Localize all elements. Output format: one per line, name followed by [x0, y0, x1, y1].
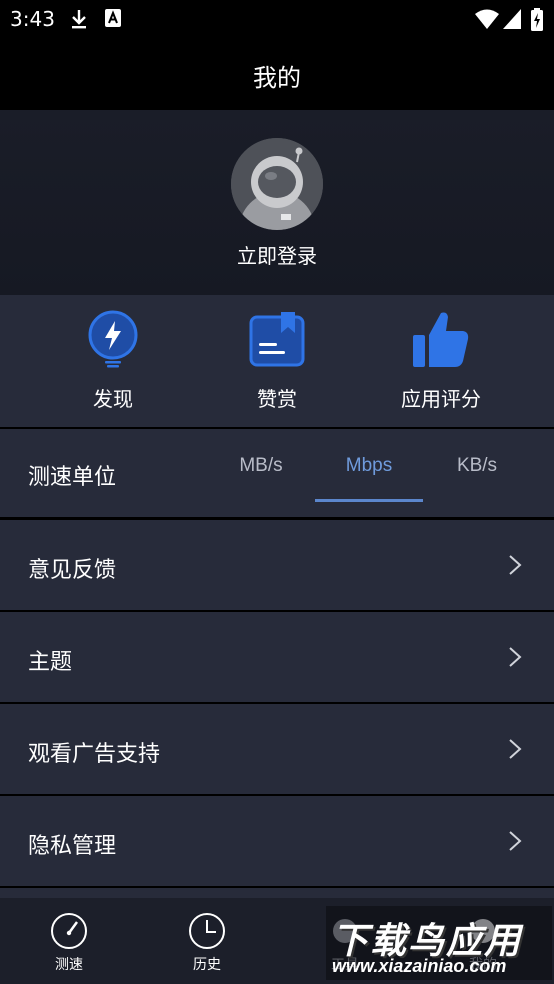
reward-label: 赞赏	[257, 387, 297, 411]
chevron-right-icon	[509, 739, 522, 759]
status-time: 3:43	[10, 7, 55, 31]
chevron-right-icon	[509, 647, 522, 667]
chevron-right-icon	[509, 831, 522, 851]
app-notification-icon	[105, 9, 121, 27]
watermark: 下载鸟应用 www.xiazainiao.com	[326, 906, 552, 980]
speedometer-icon	[51, 913, 87, 949]
unit-selected-indicator	[315, 499, 423, 502]
menu-label: 意见反馈	[28, 558, 117, 583]
speed-unit-row: 测速单位 MB/s Mbps KB/s	[0, 429, 554, 517]
login-link[interactable]: 立即登录	[0, 240, 554, 269]
wifi-icon	[475, 9, 499, 29]
nav-label: 历史	[193, 957, 221, 973]
status-bar: 3:43	[0, 0, 554, 38]
profile-section: 立即登录	[0, 110, 554, 295]
speed-unit-label: 测速单位	[28, 465, 117, 490]
battery-icon	[531, 8, 543, 31]
discover-label: 发现	[93, 387, 133, 411]
quick-actions: 发现 赞赏 应用评分	[0, 295, 554, 427]
unit-tab-mbytes[interactable]: MB/s	[207, 455, 315, 477]
rate-app-label: 应用评分	[401, 387, 481, 411]
unit-tab-kbytes[interactable]: KB/s	[423, 455, 531, 477]
discover-button[interactable]: 发现	[38, 295, 188, 427]
bookmark-book-icon	[249, 312, 305, 367]
lightning-bulb-icon	[88, 310, 138, 368]
menu-label: 观看广告支持	[28, 742, 161, 767]
astronaut-avatar-icon	[231, 138, 323, 230]
menu-item-theme[interactable]: 主题	[0, 612, 554, 702]
clock-icon	[189, 913, 225, 949]
menu-label: 主题	[28, 650, 73, 675]
download-icon	[72, 10, 86, 29]
app-header: 我的	[0, 38, 554, 110]
rate-app-button[interactable]: 应用评分	[366, 295, 516, 427]
unit-tab-mbps[interactable]: Mbps	[315, 455, 423, 477]
nav-history[interactable]: 历史	[138, 898, 276, 984]
avatar[interactable]	[231, 138, 323, 230]
thumbs-up-icon	[413, 312, 469, 367]
signal-icon	[503, 9, 521, 29]
menu-item-feedback[interactable]: 意见反馈	[0, 520, 554, 610]
reward-button[interactable]: 赞赏	[202, 295, 352, 427]
page-title: 我的	[253, 64, 301, 92]
menu-item-partial	[0, 888, 554, 898]
chevron-right-icon	[509, 555, 522, 575]
watermark-url: www.xiazainiao.com	[332, 956, 507, 976]
menu-label: 隐私管理	[28, 834, 117, 859]
menu-item-watch-ads[interactable]: 观看广告支持	[0, 704, 554, 794]
menu-item-privacy[interactable]: 隐私管理	[0, 796, 554, 886]
nav-speedtest[interactable]: 测速	[0, 898, 138, 984]
nav-label: 测速	[55, 957, 83, 973]
